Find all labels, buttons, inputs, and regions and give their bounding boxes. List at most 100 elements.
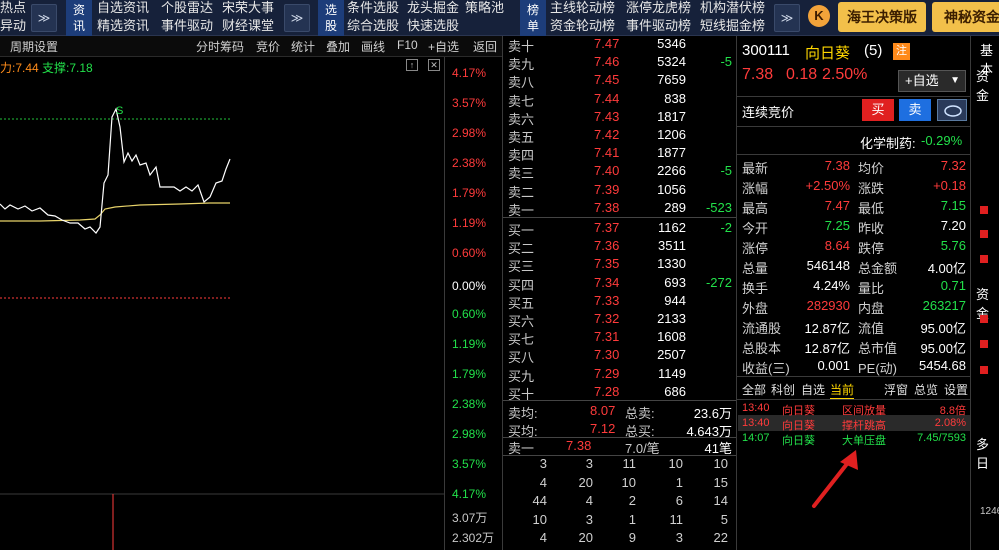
- period-settings-button[interactable]: 周期设置: [10, 38, 58, 55]
- level-price: 7.30: [594, 347, 620, 363]
- add-favorite-dropdown[interactable]: +自选 ▼: [898, 70, 966, 92]
- top-nav-bar: 热点 异动 ≫ 资讯 自选资讯 精选资讯 个股雷达 事件驱动 宋荣大事 财经课堂…: [0, 0, 999, 36]
- level-label: 卖二: [508, 184, 535, 200]
- level-price: 7.31: [594, 329, 620, 345]
- nav-event-rank[interactable]: 事件驱动榜: [626, 15, 691, 34]
- queue-cell: 10: [621, 474, 636, 490]
- nav-expand-1[interactable]: ≫: [31, 4, 57, 32]
- order-book-row[interactable]: 卖八 7.45 7659: [508, 72, 736, 90]
- queue-cell: 20: [578, 530, 593, 545]
- nav-strategy-pool[interactable]: 策略池: [465, 0, 504, 16]
- order-book-row[interactable]: 卖七 7.44 838: [508, 91, 736, 109]
- nav-event-driven[interactable]: 事件驱动: [161, 15, 213, 34]
- s-marker: S: [116, 105, 123, 117]
- level-price: 7.35: [594, 256, 620, 272]
- order-book-row[interactable]: 买八 7.30 2507: [508, 347, 736, 365]
- quote-value: 263217: [922, 298, 966, 313]
- news-item[interactable]: 13:40 向日葵 撑杆跳高 2.08%: [742, 417, 970, 432]
- nav-abnormal[interactable]: 异动: [0, 15, 26, 34]
- f10-button[interactable]: F10: [397, 38, 418, 52]
- news-tab-settings[interactable]: 设置: [944, 381, 968, 398]
- level-price: 7.41: [594, 145, 620, 161]
- nav-expand-3[interactable]: ≫: [774, 4, 800, 32]
- quote-label: 均价: [858, 161, 885, 176]
- order-book-row[interactable]: 买五 7.33 944: [508, 293, 736, 311]
- chip-distribution-button[interactable]: 分时筹码: [196, 38, 244, 55]
- level-volume: 1877: [657, 145, 686, 161]
- nav-picked-news[interactable]: 精选资讯: [97, 15, 149, 34]
- level-label: 买九: [508, 368, 535, 384]
- nav-fund-rotation[interactable]: 资金轮动榜: [550, 15, 615, 34]
- nav-inst-rank[interactable]: 机构潜伏榜: [700, 0, 765, 16]
- news-tab-current[interactable]: 当前: [830, 381, 855, 399]
- queue-cell: 3: [675, 530, 683, 545]
- order-book-row[interactable]: 卖一 7.38 289 -523: [508, 200, 736, 218]
- nav-combined-select[interactable]: 综合选股: [347, 15, 399, 34]
- stock-price: 7.38: [742, 66, 774, 83]
- notice-badge[interactable]: 注: [893, 43, 910, 60]
- order-book-row[interactable]: 买七 7.31 1608: [508, 329, 736, 347]
- trade-icon[interactable]: [937, 99, 967, 121]
- draw-line-button[interactable]: 画线: [361, 38, 385, 55]
- nav-finance-class[interactable]: 财经课堂: [222, 15, 274, 34]
- nav-expand-2[interactable]: ≫: [284, 4, 310, 32]
- pct-label: 1.79%: [452, 367, 487, 381]
- level-price: 7.43: [594, 108, 620, 124]
- quote-label: 总市值: [858, 341, 898, 356]
- order-book-row[interactable]: 买六 7.32 2133: [508, 311, 736, 329]
- queue-cell: 3: [585, 511, 593, 527]
- news-item[interactable]: 13:40 向日葵 区间放量 8.8倍: [742, 402, 970, 417]
- news-tab-float[interactable]: 浮窗: [884, 381, 908, 398]
- order-book-row[interactable]: 卖六 7.43 1817: [508, 109, 736, 127]
- news-tab-all[interactable]: 全部: [742, 381, 766, 398]
- news-tab-overview[interactable]: 总览: [914, 381, 938, 398]
- mystery-fund-button[interactable]: 神秘资金: [932, 2, 999, 32]
- level-volume: 5324: [657, 54, 686, 70]
- news-item[interactable]: 14:07 向日葵 大单压盘 7.45/7593: [742, 432, 970, 447]
- order-book-row[interactable]: 卖二 7.39 1056: [508, 182, 736, 200]
- quote-value: 282930: [806, 298, 850, 313]
- buy-button[interactable]: 买: [862, 99, 894, 121]
- k-logo-icon: K: [808, 5, 830, 27]
- auction-button[interactable]: 竞价: [256, 38, 280, 55]
- pct-label: 4.17%: [452, 66, 487, 80]
- order-book-row[interactable]: 卖四 7.41 1877: [508, 145, 736, 163]
- sea-king-decision-button[interactable]: 海王决策版: [838, 2, 926, 32]
- fund-bar: [980, 315, 988, 323]
- order-book-row[interactable]: 卖九 7.46 5324 -5: [508, 54, 736, 72]
- nav-fav-news[interactable]: 自选资讯: [97, 0, 149, 16]
- news-time: 14:07: [742, 432, 770, 444]
- fund-bar: [980, 340, 988, 348]
- order-book-row[interactable]: 卖五 7.42 1206: [508, 127, 736, 145]
- sell-button[interactable]: 卖: [899, 99, 931, 121]
- order-book-row[interactable]: 卖三 7.40 2266 -5: [508, 163, 736, 181]
- back-button[interactable]: 返回: [473, 38, 497, 55]
- nav-big-events[interactable]: 宋荣大事: [222, 0, 274, 16]
- nav-leader-gold[interactable]: 龙头掘金: [407, 0, 459, 16]
- level-label: 买八: [508, 350, 535, 366]
- nav-condition-select[interactable]: 条件选股: [347, 0, 399, 16]
- level-price: 7.32: [594, 311, 620, 326]
- nav-hot[interactable]: 热点: [0, 0, 26, 16]
- level-volume: 2133: [657, 311, 686, 326]
- nav-limit-up-rank[interactable]: 涨停龙虎榜: [626, 0, 691, 16]
- queue-cell: 4: [539, 530, 547, 545]
- add-favorite-button[interactable]: +自选: [428, 38, 459, 55]
- order-book-row[interactable]: 买四 7.34 693 -272: [508, 275, 736, 293]
- nav-main-rotation[interactable]: 主线轮动榜: [550, 0, 615, 16]
- order-book-row[interactable]: 买二 7.36 3511: [508, 238, 736, 256]
- order-book-row[interactable]: 买一 7.37 1162 -2: [508, 220, 736, 238]
- nav-quick-select[interactable]: 快速选股: [407, 15, 459, 34]
- nav-short-rank[interactable]: 短线掘金榜: [700, 15, 765, 34]
- order-book-row[interactable]: 买三 7.35 1330: [508, 256, 736, 274]
- overlay-button[interactable]: 叠加: [326, 38, 350, 55]
- news-tab-fav[interactable]: 自选: [801, 381, 825, 398]
- order-book-row[interactable]: 买九 7.29 1149: [508, 366, 736, 384]
- statistics-button[interactable]: 统计: [291, 38, 315, 55]
- news-tab-star[interactable]: 科创: [771, 381, 795, 398]
- queue-cell: 22: [713, 530, 728, 545]
- order-book-row[interactable]: 卖十 7.47 5346: [508, 36, 736, 54]
- book-right-border: [736, 36, 737, 550]
- quote-value: 4.24%: [813, 278, 850, 293]
- nav-stock-radar[interactable]: 个股雷达: [161, 0, 213, 16]
